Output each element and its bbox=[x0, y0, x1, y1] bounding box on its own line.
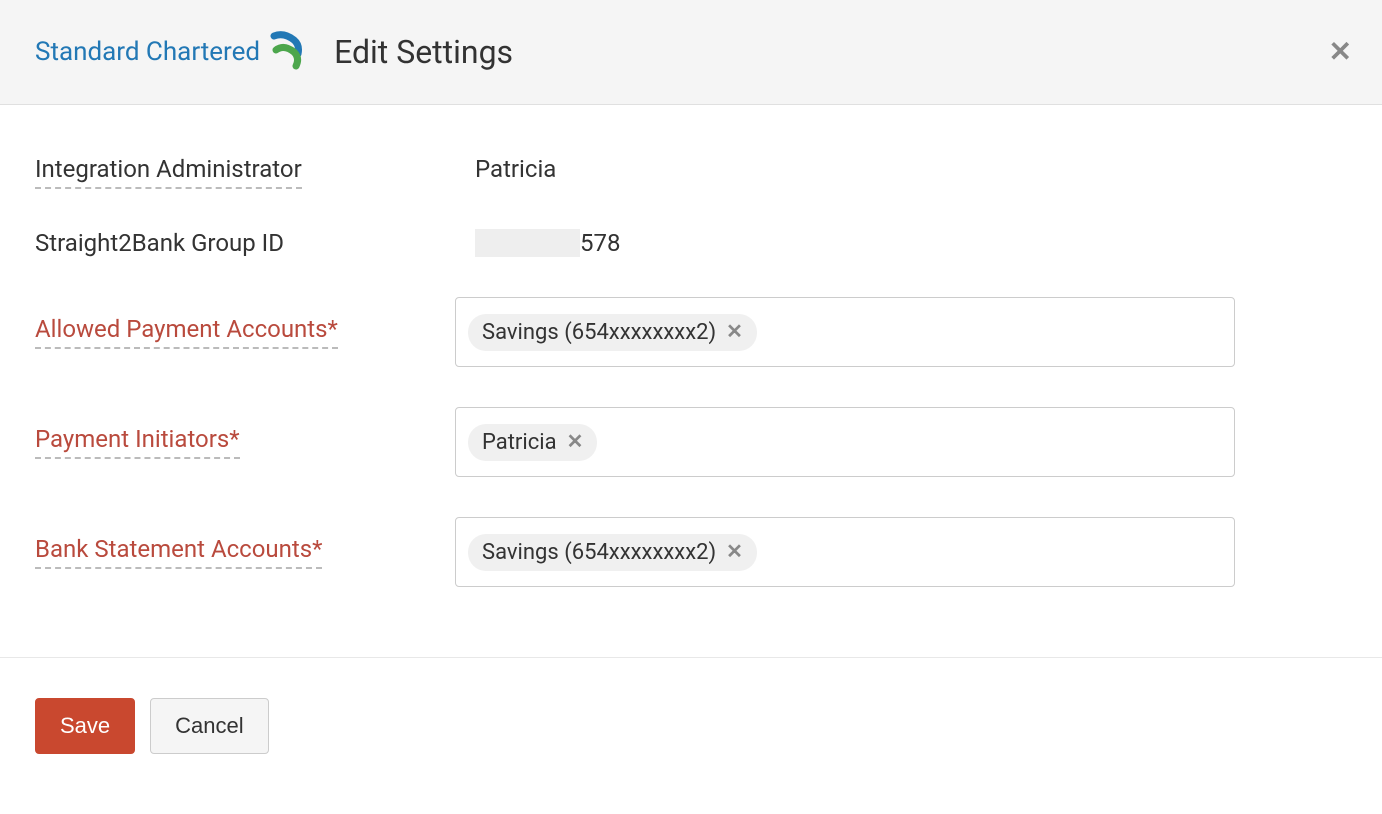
tag-item: Patricia ✕ bbox=[468, 424, 597, 461]
brand-name: Standard Chartered bbox=[35, 37, 260, 67]
tag-item: Savings (654xxxxxxxx2) ✕ bbox=[468, 314, 757, 351]
row-statement-accounts: Bank Statement Accounts* Savings (654xxx… bbox=[35, 517, 1347, 587]
label-payment-initiators: Payment Initiators* bbox=[35, 425, 455, 459]
statement-accounts-input[interactable]: Savings (654xxxxxxxx2) ✕ bbox=[455, 517, 1235, 587]
tag-label: Savings (654xxxxxxxx2) bbox=[482, 540, 716, 565]
close-icon: ✕ bbox=[726, 541, 743, 563]
tag-label: Patricia bbox=[482, 430, 557, 455]
modal-header: Standard Chartered Edit Settings ✕ bbox=[0, 0, 1382, 105]
modal-footer: Save Cancel bbox=[0, 657, 1382, 794]
close-button[interactable]: ✕ bbox=[1329, 38, 1352, 66]
brand-logo-icon bbox=[270, 30, 304, 74]
cancel-button[interactable]: Cancel bbox=[150, 698, 268, 754]
value-group-id: 578 bbox=[455, 229, 620, 257]
label-integration-admin: Integration Administrator bbox=[35, 155, 455, 189]
allowed-accounts-input[interactable]: Savings (654xxxxxxxx2) ✕ bbox=[455, 297, 1235, 367]
page-title: Edit Settings bbox=[334, 33, 513, 71]
row-allowed-accounts: Allowed Payment Accounts* Savings (654xx… bbox=[35, 297, 1347, 367]
brand-logo-group: Standard Chartered bbox=[35, 30, 304, 74]
label-group-id: Straight2Bank Group ID bbox=[35, 229, 455, 257]
row-integration-admin: Integration Administrator Patricia bbox=[35, 155, 1347, 189]
label-statement-accounts: Bank Statement Accounts* bbox=[35, 535, 455, 569]
row-payment-initiators: Payment Initiators* Patricia ✕ bbox=[35, 407, 1347, 477]
tag-item: Savings (654xxxxxxxx2) ✕ bbox=[468, 534, 757, 571]
tag-remove-button[interactable]: ✕ bbox=[567, 432, 584, 452]
value-integration-admin: Patricia bbox=[455, 155, 556, 183]
tag-label: Savings (654xxxxxxxx2) bbox=[482, 320, 716, 345]
payment-initiators-input[interactable]: Patricia ✕ bbox=[455, 407, 1235, 477]
tag-remove-button[interactable]: ✕ bbox=[726, 322, 743, 342]
close-icon: ✕ bbox=[1329, 36, 1352, 67]
tag-remove-button[interactable]: ✕ bbox=[726, 542, 743, 562]
form-content: Integration Administrator Patricia Strai… bbox=[0, 105, 1382, 657]
label-allowed-accounts: Allowed Payment Accounts* bbox=[35, 315, 455, 349]
close-icon: ✕ bbox=[567, 431, 584, 453]
row-group-id: Straight2Bank Group ID 578 bbox=[35, 229, 1347, 257]
redacted-block bbox=[475, 229, 580, 257]
close-icon: ✕ bbox=[726, 321, 743, 343]
save-button[interactable]: Save bbox=[35, 698, 135, 754]
